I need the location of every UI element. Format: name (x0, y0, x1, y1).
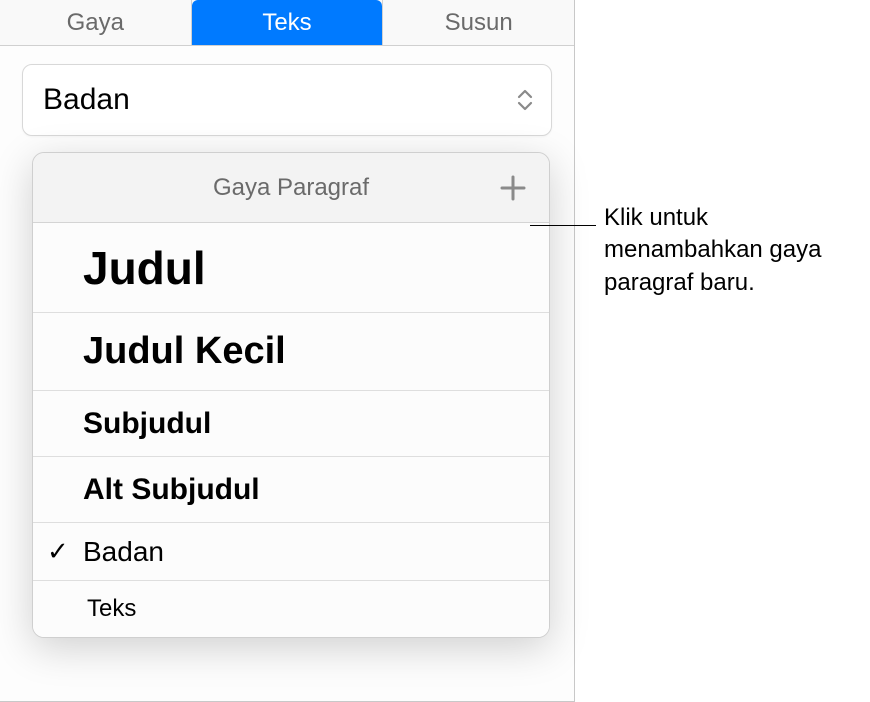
paragraph-style-popover: Gaya Paragraf Judul Judul Kecil Subjudul… (32, 152, 550, 638)
style-item-alt-subjudul[interactable]: Alt Subjudul (33, 457, 549, 523)
paragraph-style-list: Judul Judul Kecil Subjudul Alt Subjudul … (33, 223, 549, 637)
style-item-label: Teks (87, 595, 136, 623)
chevron-updown-icon (517, 89, 533, 111)
tab-teks[interactable]: Teks (192, 0, 383, 45)
callout-text: Klik untuk menambahkan gaya paragraf bar… (604, 202, 864, 299)
popover-title: Gaya Paragraf (213, 174, 369, 202)
style-item-judul[interactable]: Judul (33, 223, 549, 313)
style-item-label: Alt Subjudul (83, 473, 260, 507)
style-item-label: Judul Kecil (83, 330, 286, 373)
style-item-judul-kecil[interactable]: Judul Kecil (33, 313, 549, 391)
style-item-badan[interactable]: ✓ Badan (33, 523, 549, 581)
paragraph-style-dropdown[interactable]: Badan (22, 64, 552, 136)
style-item-label: Subjudul (83, 407, 211, 441)
tab-bar: Gaya Teks Susun (0, 0, 574, 46)
style-item-label: Judul (83, 241, 206, 295)
tab-susun[interactable]: Susun (383, 0, 574, 45)
style-item-teks[interactable]: Teks (33, 581, 549, 637)
paragraph-style-current: Badan (43, 83, 130, 117)
popover-header: Gaya Paragraf (33, 153, 549, 223)
callout-leader-line (530, 225, 596, 226)
style-item-label: Badan (83, 536, 164, 568)
tab-gaya[interactable]: Gaya (0, 0, 191, 45)
plus-icon (499, 174, 527, 202)
checkmark-icon: ✓ (47, 536, 69, 567)
format-panel: Gaya Teks Susun Badan Gaya Paragraf Judu… (0, 0, 575, 702)
style-item-subjudul[interactable]: Subjudul (33, 391, 549, 457)
add-paragraph-style-button[interactable] (497, 172, 529, 204)
